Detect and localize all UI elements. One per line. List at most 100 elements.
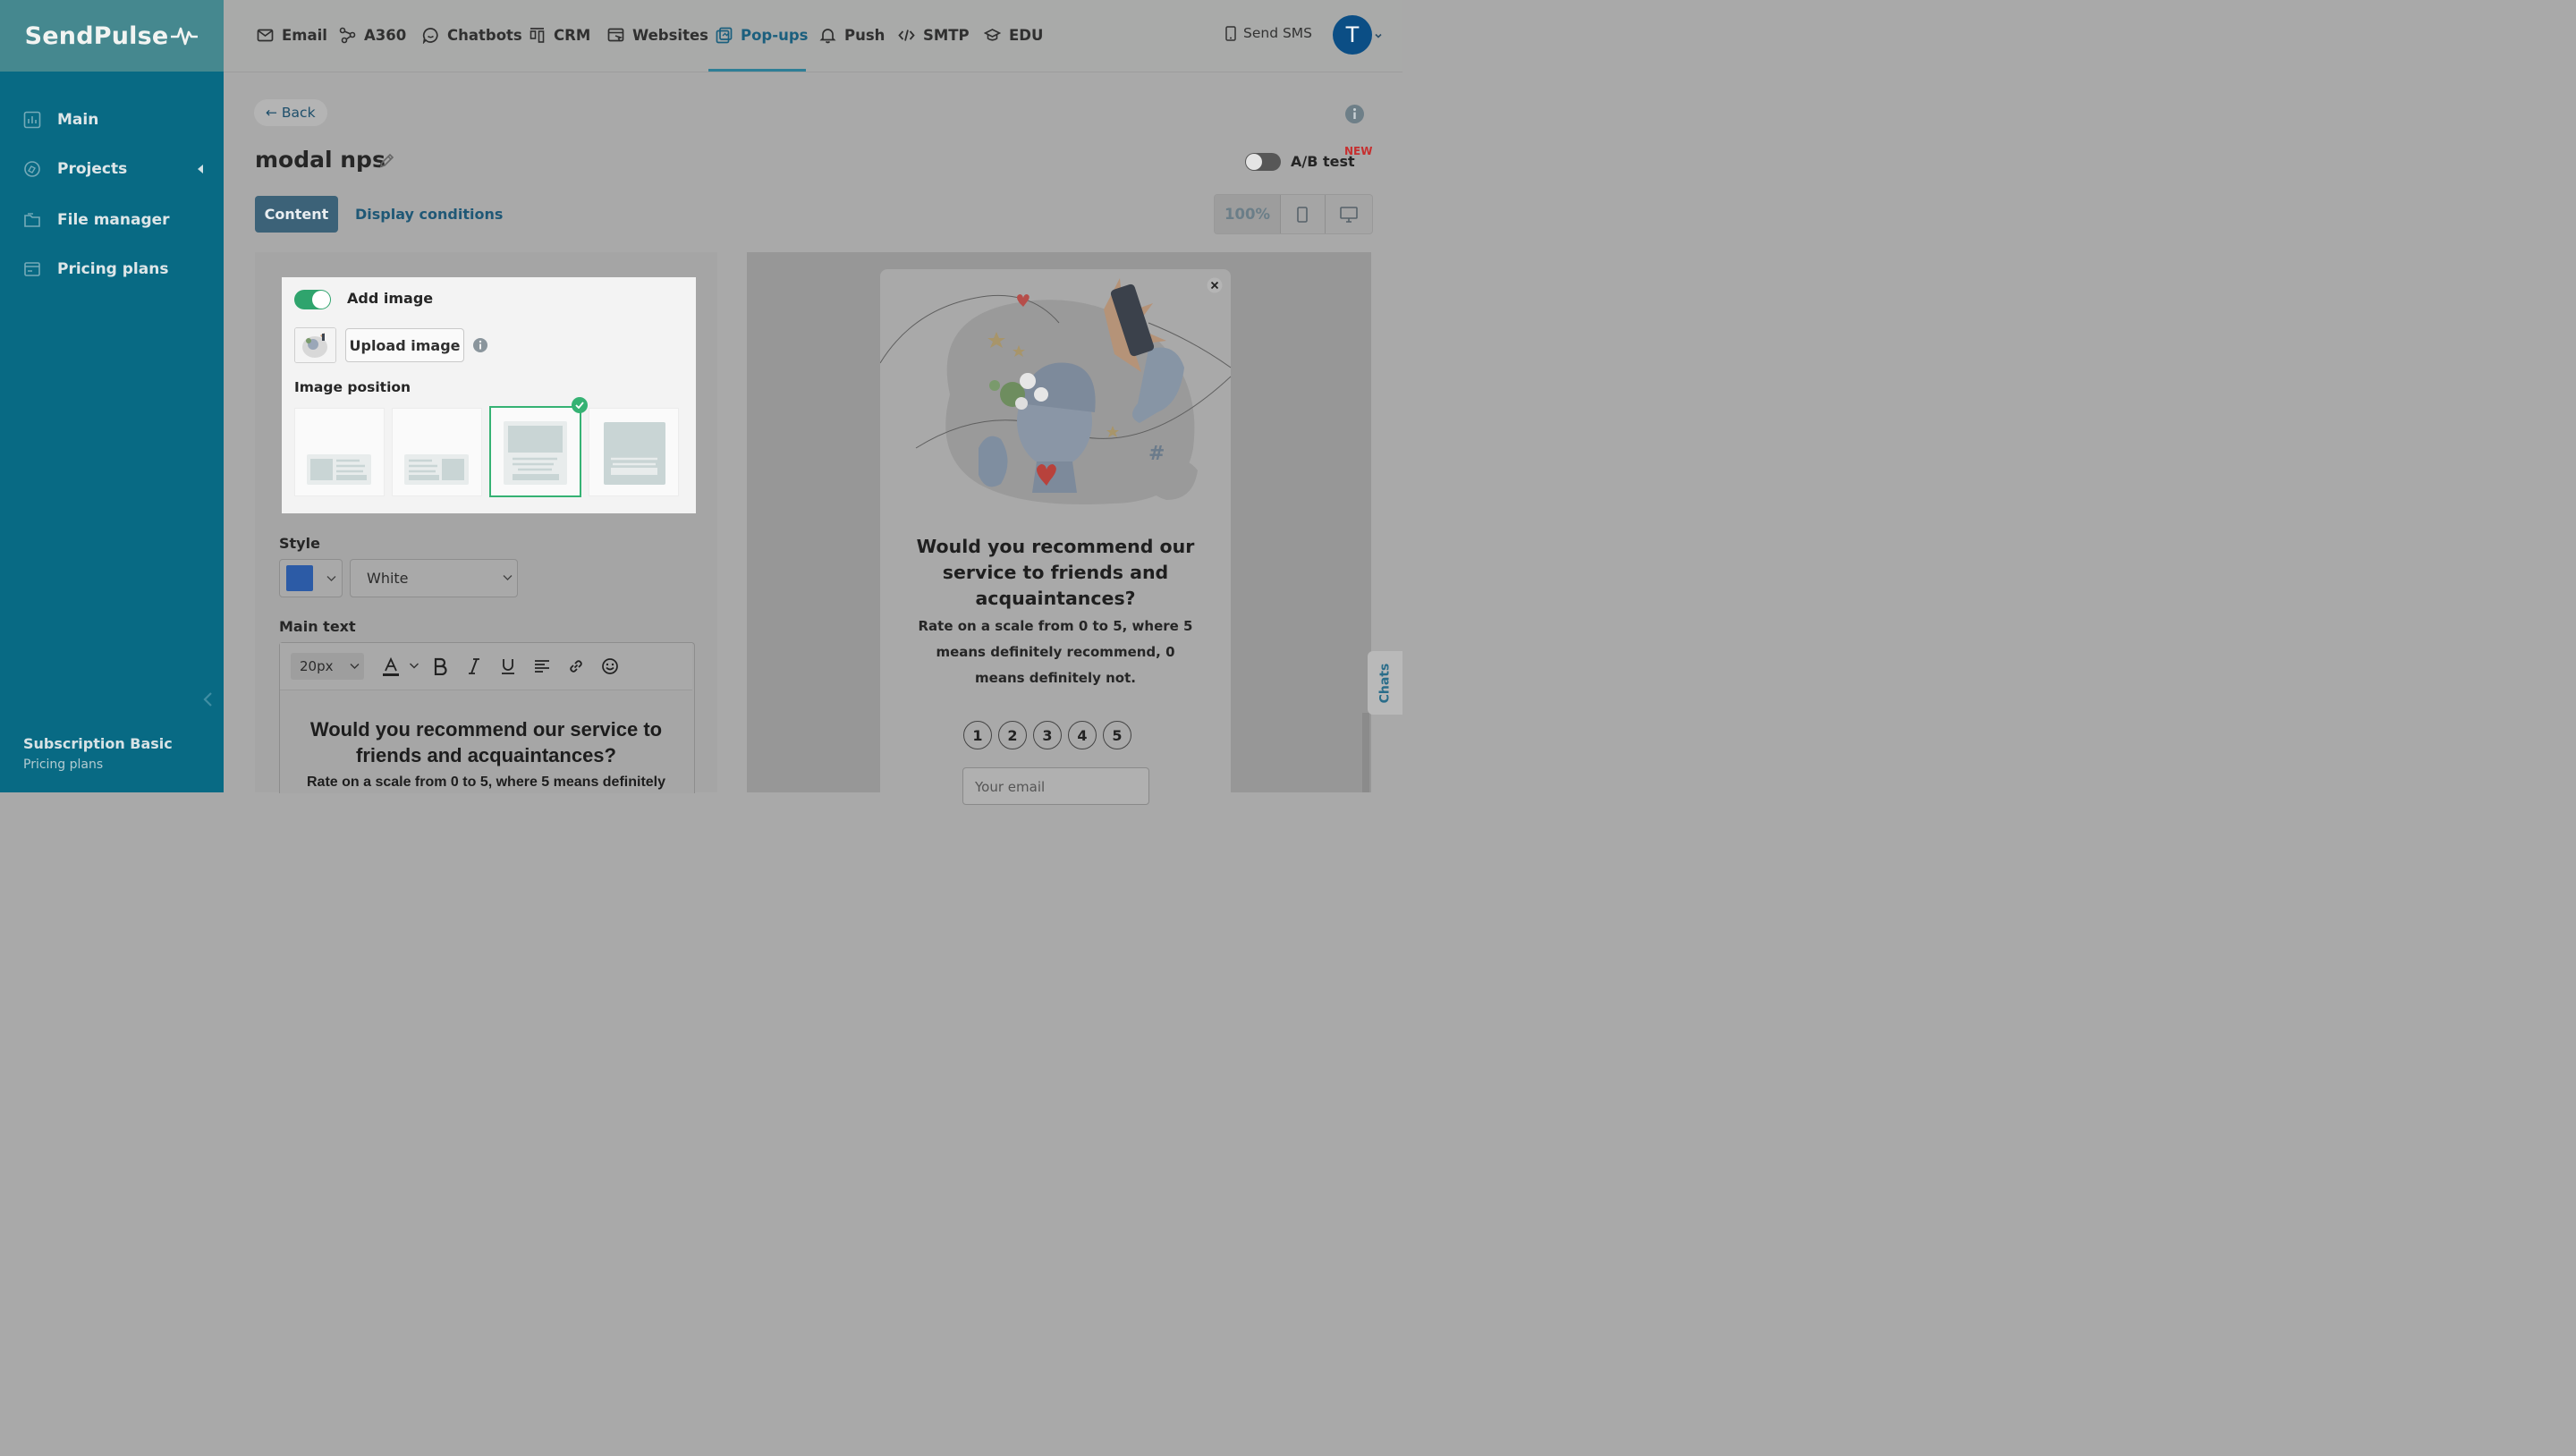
zoom-level[interactable]: 100% — [1215, 195, 1281, 233]
layout-image-top-icon — [504, 421, 567, 485]
nav-a360[interactable]: A360 — [339, 23, 406, 47]
nav-websites[interactable]: Websites — [607, 23, 708, 47]
rating-button-2[interactable]: 2 — [998, 721, 1027, 749]
send-sms-link[interactable]: Send SMS — [1225, 25, 1312, 41]
font-size-select[interactable]: 20px — [291, 653, 364, 680]
popup-description: Rate on a scale from 0 to 5, where 5 mea… — [918, 618, 1193, 686]
pencil-icon[interactable] — [378, 152, 395, 169]
position-option-right[interactable] — [392, 408, 482, 496]
nav-edu[interactable]: EDU — [984, 23, 1043, 47]
nav-label: Pop-ups — [741, 26, 809, 44]
position-option-background[interactable] — [589, 408, 679, 496]
text-color-icon — [383, 656, 399, 676]
new-badge: NEW — [1344, 145, 1373, 157]
nav-label: A360 — [364, 26, 407, 44]
underline-button[interactable] — [498, 656, 518, 676]
svg-text:#: # — [1148, 443, 1165, 465]
nav-push[interactable]: Push — [819, 23, 885, 47]
sidebar-item-projects[interactable]: Projects — [23, 153, 127, 185]
user-avatar[interactable]: T — [1333, 15, 1372, 55]
sidebar-item-main[interactable]: Main — [23, 104, 98, 136]
image-thumbnail[interactable] — [294, 327, 336, 363]
sidebar-item-pricing-plans[interactable]: Pricing plans — [23, 253, 168, 285]
rating-button-4[interactable]: 4 — [1068, 721, 1097, 749]
upload-image-button[interactable]: Upload image — [345, 328, 464, 362]
editor-heading-text[interactable]: Would you recommend our service to frien… — [279, 716, 693, 768]
add-image-toggle[interactable] — [294, 290, 331, 309]
caret-left-icon[interactable] — [197, 165, 204, 174]
collapse-sidebar-icon[interactable] — [200, 689, 216, 710]
underline-icon — [502, 659, 514, 674]
chats-label: Chats — [1377, 663, 1393, 703]
sidebar-item-label: File manager — [57, 211, 170, 229]
sidebar-item-label: Projects — [57, 160, 128, 178]
kanban-icon — [530, 27, 545, 43]
chevron-down-icon — [350, 664, 360, 669]
sidebar-item-label: Main — [57, 111, 99, 129]
link-icon — [570, 660, 582, 673]
close-icon[interactable] — [1207, 277, 1223, 293]
nav-email[interactable]: Email — [257, 23, 327, 47]
sidebar-item-file-manager[interactable]: File manager — [23, 204, 170, 236]
back-button[interactable]: ← Back — [254, 99, 327, 126]
mobile-view-button[interactable] — [1280, 195, 1326, 233]
nav-label: Websites — [632, 26, 708, 44]
subscription-title: Subscription Basic — [23, 735, 173, 752]
style-label: Style — [279, 535, 320, 552]
rating-button-5[interactable]: 5 — [1103, 721, 1131, 749]
bell-icon — [819, 28, 836, 43]
chevron-down-icon[interactable] — [1374, 31, 1383, 40]
nav-crm[interactable]: CRM — [529, 23, 590, 47]
pulse-icon — [171, 27, 199, 46]
bold-button[interactable] — [430, 656, 450, 676]
popup-icon — [716, 27, 733, 43]
nav-label: Push — [844, 26, 886, 44]
preview-scrollbar[interactable] — [1362, 713, 1369, 792]
text-color-button[interactable] — [381, 656, 401, 676]
font-size-value: 20px — [300, 658, 334, 674]
send-sms-label: Send SMS — [1243, 25, 1313, 41]
color-picker[interactable] — [279, 559, 343, 597]
nav-smtp[interactable]: SMTP — [898, 23, 970, 47]
theme-select[interactable]: White — [350, 559, 518, 597]
rating-button-1[interactable]: 1 — [963, 721, 992, 749]
tab-content[interactable]: Content — [255, 196, 338, 233]
emoji-icon — [602, 658, 618, 674]
popup-email-input[interactable]: Your email — [962, 767, 1149, 805]
rating-button-3[interactable]: 3 — [1033, 721, 1062, 749]
position-option-top[interactable] — [489, 406, 581, 497]
subscription-pricing-link[interactable]: Pricing plans — [23, 758, 103, 772]
nav-label: Chatbots — [447, 26, 522, 44]
link-button[interactable] — [566, 656, 586, 676]
position-option-left[interactable] — [294, 408, 385, 496]
projects-icon — [24, 161, 40, 177]
chats-tab[interactable]: Chats — [1368, 651, 1402, 715]
logo[interactable]: SendPulse — [0, 0, 224, 72]
chat-icon — [422, 27, 438, 44]
thumbnail-art — [295, 328, 335, 362]
nav-label: Email — [282, 26, 327, 44]
info-icon[interactable] — [1344, 104, 1365, 124]
color-swatch — [286, 565, 313, 591]
dashboard-icon — [23, 111, 41, 129]
nav-pop-ups[interactable]: Pop-ups — [716, 23, 808, 47]
emoji-button[interactable] — [600, 656, 620, 676]
info-icon[interactable] — [472, 337, 488, 353]
folder-icon — [24, 213, 40, 227]
nav-label: CRM — [554, 26, 591, 44]
ab-test-toggle[interactable] — [1245, 153, 1281, 171]
email-placeholder: Your email — [975, 779, 1046, 795]
tab-display-conditions[interactable]: Display conditions — [355, 206, 503, 223]
flow-icon — [339, 27, 356, 43]
editor-subtext[interactable]: Rate on a scale from 0 to 5, where 5 mea… — [279, 775, 693, 791]
nav-chatbots[interactable]: Chatbots — [422, 23, 522, 47]
desktop-view-button[interactable] — [1326, 195, 1372, 233]
add-image-label: Add image — [347, 290, 434, 307]
italic-button[interactable] — [464, 656, 484, 676]
chevron-down-icon[interactable] — [409, 662, 419, 670]
desktop-icon — [1340, 206, 1358, 223]
align-button[interactable] — [532, 656, 552, 676]
chevron-down-icon — [326, 576, 336, 581]
italic-icon — [469, 658, 479, 674]
popup-heading: Would you recommend our service to frien… — [916, 536, 1195, 609]
